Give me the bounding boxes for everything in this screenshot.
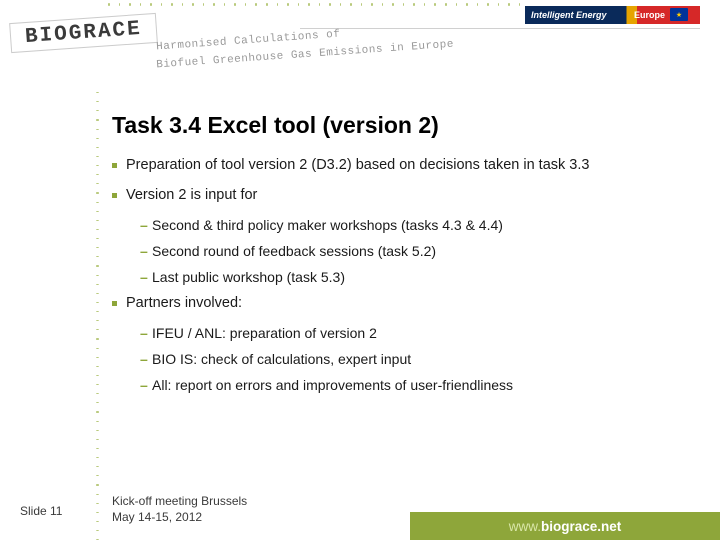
bullet-list: Preparation of tool version 2 (D3.2) bas… [112,157,690,393]
intelligent-energy-badge: Intelligent Energy Europe ★ [525,6,700,24]
bullet-level-1: Preparation of tool version 2 (D3.2) bas… [112,157,690,173]
footer-meeting-info: Kick-off meeting Brussels May 14-15, 201… [112,493,247,525]
footer-url-bar: www.biograce.net [410,512,720,540]
url-prefix: www. [509,519,541,534]
meeting-line-2: May 14-15, 2012 [112,509,247,525]
slide-header: BIOGRACE Harmonised Calculations of Biof… [0,0,720,90]
bullet-level-1: Version 2 is input for [112,187,690,203]
header-divider [300,28,700,29]
bullet-level-2: Second & third policy maker workshops (t… [140,217,690,233]
meeting-line-1: Kick-off meeting Brussels [112,493,247,509]
eu-flag-icon: ★ [670,8,688,21]
decorative-dot-column [96,92,102,540]
footer-url: www.biograce.net [509,519,622,534]
slide-title: Task 3.4 Excel tool (version 2) [112,112,690,139]
bullet-level-2: Last public workshop (task 5.3) [140,269,690,285]
bullet-level-2: IFEU / ANL: preparation of version 2 [140,325,690,341]
url-main: biograce.net [541,519,621,534]
ie-badge-text: Intelligent Energy [531,10,607,20]
bullet-level-2: Second round of feedback sessions (task … [140,243,690,259]
logo-text: BIOGRACE [24,18,142,49]
ie-europe-text: Europe [634,10,665,20]
slide-content: Task 3.4 Excel tool (version 2) Preparat… [112,112,690,403]
bullet-level-1: Partners involved: [112,295,690,311]
bullet-level-2: BIO IS: check of calculations, expert in… [140,351,690,367]
slide-number: Slide 11 [20,504,62,518]
decorative-dot-row [108,2,520,8]
logo-box: BIOGRACE [9,13,158,53]
bullet-level-2: All: report on errors and improvements o… [140,377,690,393]
